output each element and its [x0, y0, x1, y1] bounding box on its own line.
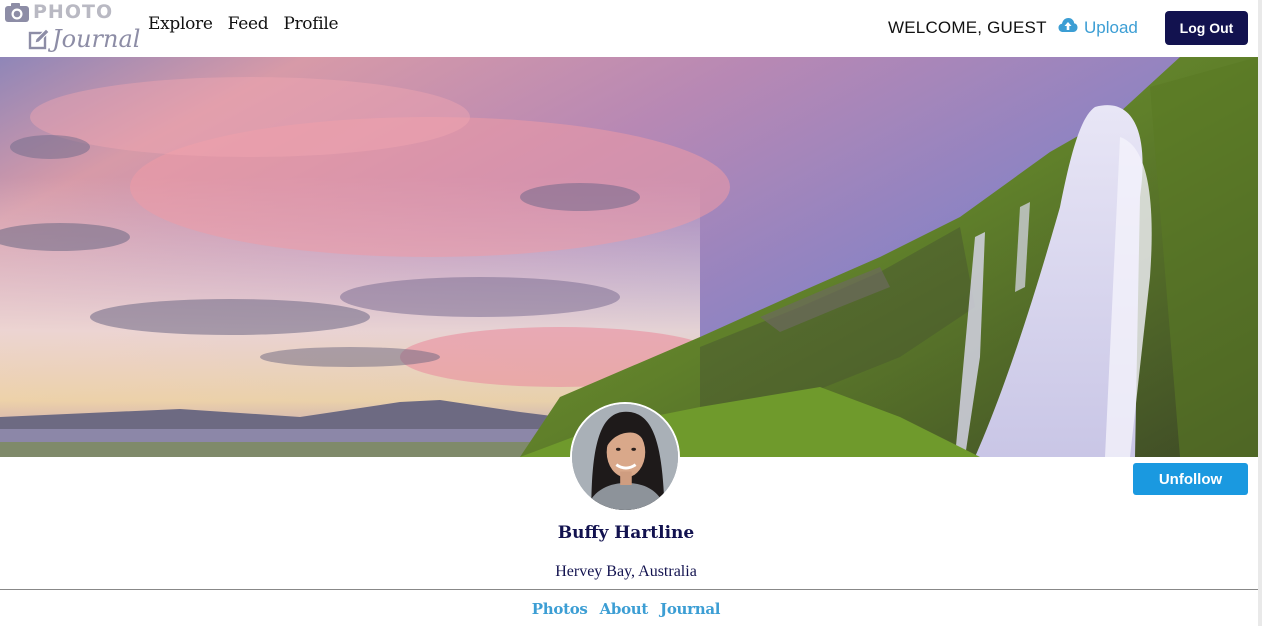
logo-photo-row: PHOTO [4, 2, 113, 22]
profile-tabs: Photos About Journal [0, 600, 1252, 618]
welcome-message: WELCOME, GUEST [888, 18, 1047, 37]
logo-photo-text: PHOTO [33, 1, 114, 23]
top-navigation-bar: PHOTO Journal Explore Feed Profile WELCO… [0, 0, 1262, 57]
unfollow-button[interactable]: Unfollow [1133, 463, 1248, 495]
nav-profile[interactable]: Profile [283, 14, 338, 34]
section-divider [0, 589, 1258, 590]
page-scrollbar[interactable] [1258, 0, 1262, 626]
tab-about[interactable]: About [600, 600, 649, 618]
logout-button[interactable]: Log Out [1165, 11, 1248, 45]
tab-photos[interactable]: Photos [532, 600, 588, 618]
upload-label: Upload [1084, 17, 1138, 37]
profile-location: Hervey Bay, Australia [555, 563, 697, 580]
nav-explore[interactable]: Explore [148, 14, 213, 34]
profile-name: Buffy Hartline [557, 523, 695, 543]
logo-journal-row: Journal [28, 26, 140, 52]
nav-feed[interactable]: Feed [228, 14, 269, 34]
cover-photo [0, 57, 1258, 457]
upload-button[interactable]: Upload [1058, 17, 1138, 38]
pencil-edit-icon [28, 28, 50, 50]
camera-icon [4, 2, 30, 22]
site-logo[interactable]: PHOTO Journal [4, 2, 140, 54]
profile-avatar [570, 402, 680, 512]
logo-journal-text: Journal [52, 25, 141, 53]
cloud-upload-icon [1058, 17, 1078, 38]
main-nav: Explore Feed Profile [148, 14, 339, 34]
tab-journal[interactable]: Journal [660, 600, 720, 618]
